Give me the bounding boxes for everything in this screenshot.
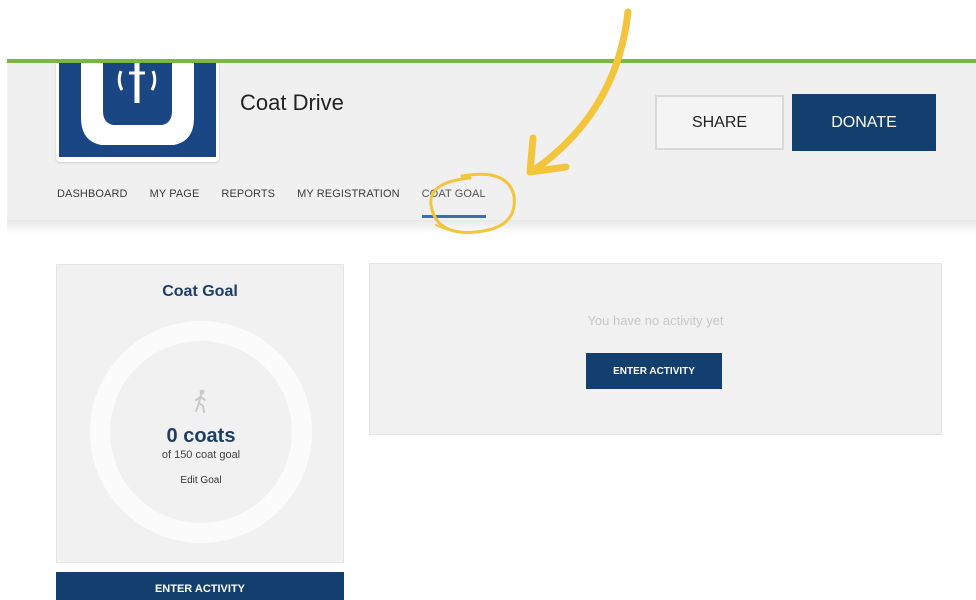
edit-goal-link[interactable]: Edit Goal bbox=[110, 475, 292, 486]
activity-panel: You have no activity yet ENTER ACTIVITY bbox=[369, 263, 942, 435]
tab-my-registration[interactable]: MY REGISTRATION bbox=[297, 187, 400, 217]
main-nav: DASHBOARD MY PAGE REPORTS MY REGISTRATIO… bbox=[57, 187, 508, 218]
share-button[interactable]: SHARE bbox=[655, 95, 784, 150]
coat-goal-text: of 150 coat goal bbox=[161, 449, 241, 461]
walking-person-icon bbox=[110, 389, 292, 418]
tab-my-page[interactable]: MY PAGE bbox=[150, 187, 200, 217]
logo-image bbox=[59, 63, 216, 157]
header-shadow bbox=[7, 220, 976, 234]
enter-activity-button-card[interactable]: ENTER ACTIVITY bbox=[56, 572, 344, 600]
page-title: Coat Drive bbox=[240, 90, 344, 115]
goal-progress-ring: 0 coats of 150 coat goal Edit Goal bbox=[90, 321, 312, 543]
empty-activity-message: You have no activity yet bbox=[587, 313, 724, 328]
donate-button[interactable]: DONATE bbox=[792, 94, 936, 151]
coat-count: 0 coats bbox=[166, 425, 236, 447]
logo-emblem-icon bbox=[81, 63, 194, 145]
tab-coat-goal[interactable]: COAT GOAL bbox=[421, 187, 486, 218]
goal-card-title: Coat Goal bbox=[162, 283, 238, 300]
enter-activity-button[interactable]: ENTER ACTIVITY bbox=[586, 353, 722, 389]
tab-dashboard[interactable]: DASHBOARD bbox=[57, 187, 128, 217]
coat-goal-card: Coat Goal 0 coats of 150 coat goal Edit … bbox=[56, 264, 344, 563]
organization-logo[interactable] bbox=[56, 63, 219, 162]
tab-reports[interactable]: REPORTS bbox=[221, 187, 275, 217]
